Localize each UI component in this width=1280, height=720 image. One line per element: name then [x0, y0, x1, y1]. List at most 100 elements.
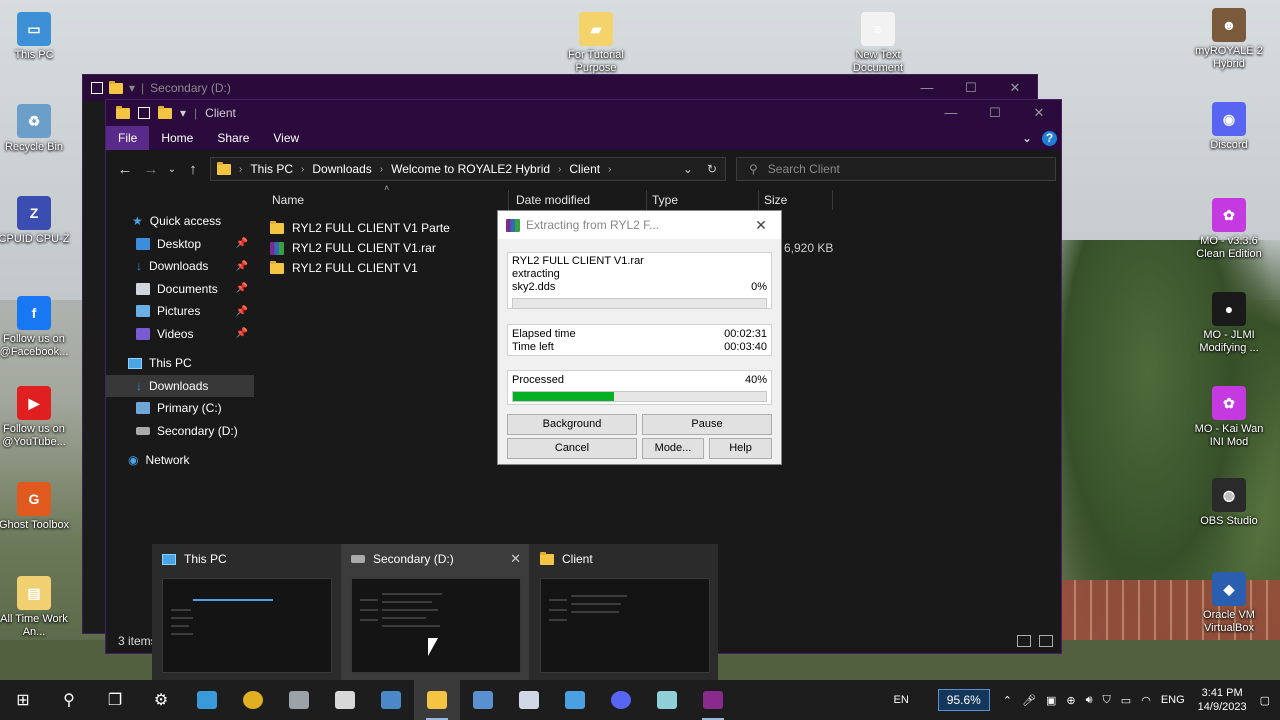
chevron-right-icon[interactable]: › [558, 164, 561, 175]
chevron-right-icon[interactable]: › [301, 164, 304, 175]
desktop-icon-mo-v3-3-6-clean-edition[interactable]: ✿ MO - v3.3.6 Clean Edition [1191, 198, 1267, 261]
desktop-icon-mo-jlmi-modifying[interactable]: ● MO - JLMI Modifying ... [1191, 292, 1267, 355]
taskbar-file-explorer-icon[interactable] [414, 680, 460, 720]
sidebar-item-videos[interactable]: Videos 📌 [106, 323, 254, 346]
taskbar-discord-app-icon[interactable] [598, 680, 644, 720]
breadcrumb-this-pc[interactable]: This PC [250, 162, 293, 176]
tab-view[interactable]: View [261, 126, 311, 150]
search-box[interactable]: ⚲ Search Client [736, 157, 1056, 181]
column-divider[interactable] [646, 190, 647, 210]
chevron-right-icon[interactable]: › [608, 164, 611, 175]
column-header-name[interactable]: Name [272, 188, 304, 212]
sidebar-item-quick-access[interactable]: ★ Quick access [106, 210, 254, 233]
shield-icon[interactable]: ⛉ [1098, 694, 1116, 707]
tab-file[interactable]: File [106, 126, 150, 150]
large-icons-view-icon[interactable] [1039, 635, 1053, 647]
pause-button[interactable]: Pause [642, 414, 772, 435]
sidebar-item-secondary-d[interactable]: Secondary (D:) [106, 420, 254, 443]
clock[interactable]: 3:41 PM 14/9/2023 [1190, 686, 1255, 714]
language-indicator[interactable]: ENG [1156, 694, 1190, 706]
winrar-extract-dialog[interactable]: Extracting from RYL2 F... ✕ RYL2 FULL CL… [497, 210, 782, 465]
taskbar-app-cube-icon[interactable] [552, 680, 598, 720]
desktop-icon-obs-studio[interactable]: ◍ OBS Studio [1191, 478, 1267, 528]
desktop-icon-cpuid-cpu-z[interactable]: Z CPUID CPU-Z [0, 196, 72, 246]
dropdown-icon[interactable]: ▾ [129, 81, 135, 95]
chevron-down-icon[interactable]: ⌄ [683, 162, 693, 176]
breadcrumb-downloads[interactable]: Downloads [312, 162, 371, 176]
column-header-type[interactable]: Type [652, 188, 678, 212]
maximize-button[interactable]: ☐ [949, 80, 993, 96]
close-button[interactable]: ✕ [993, 80, 1037, 96]
thumbnail-this-pc[interactable]: This PC [152, 544, 340, 680]
sidebar-item-network[interactable]: ◉ Network [106, 449, 254, 472]
maximize-button[interactable]: ☐ [973, 105, 1017, 121]
desktop-icon-ghost-toolbox[interactable]: G Ghost Toolbox [0, 482, 72, 532]
taskbar-monitor-app-icon[interactable] [368, 680, 414, 720]
thumbnail-preview[interactable] [540, 578, 710, 673]
address-bar[interactable]: › This PC › Downloads › Welcome to ROYAL… [210, 157, 726, 181]
help-icon[interactable]: ? [1042, 130, 1057, 146]
ime-indicator[interactable]: EN [889, 694, 914, 706]
taskbar-winrar-icon[interactable] [690, 680, 736, 720]
column-header-date[interactable]: Date modified [516, 188, 590, 212]
column-header-size[interactable]: Size [764, 188, 787, 212]
thumbnail-client[interactable]: Client [530, 544, 718, 680]
sidebar-item-primary-c[interactable]: Primary (C:) [106, 397, 254, 420]
taskbar-app-blue2-icon[interactable] [460, 680, 506, 720]
taskbar-calendar-app-icon[interactable] [322, 680, 368, 720]
close-button[interactable]: ✕ [1017, 105, 1061, 121]
column-divider[interactable] [832, 190, 833, 210]
desktop-icon-for-tutorial-purpose[interactable]: ▰ For Tutorial Purpose [558, 12, 634, 75]
breadcrumb-royale2[interactable]: Welcome to ROYALE2 Hybrid [391, 162, 550, 176]
sidebar-item-this-pc[interactable]: This PC [106, 352, 254, 375]
chevron-up-icon[interactable]: ⌃ [998, 694, 1017, 707]
desktop-icon-this-pc[interactable]: ▭ This PC [0, 12, 72, 62]
column-divider[interactable] [758, 190, 759, 210]
title-bar[interactable]: ▾ | Client — ☐ ✕ [106, 100, 1061, 126]
thumbnail-secondary-d[interactable]: Secondary (D:) ✕ [341, 544, 529, 680]
minimize-button[interactable]: — [905, 80, 949, 96]
refresh-icon[interactable]: ↻ [707, 162, 717, 176]
desktop-icon-myroyale-2-hybrid[interactable]: ☻ myROYALE 2 Hybrid [1191, 8, 1267, 71]
details-view-icon[interactable] [1017, 635, 1031, 647]
close-icon[interactable]: ✕ [510, 551, 529, 567]
up-button[interactable]: ↑ [180, 161, 206, 178]
desktop-icon-all-time-work-an[interactable]: ▤ All Time Work An... [0, 576, 72, 639]
thumbnail-preview[interactable] [351, 578, 521, 673]
chevron-right-icon[interactable]: › [239, 164, 242, 175]
taskbar-search-icon[interactable]: ⚲ [46, 680, 92, 720]
camera-icon[interactable]: ▣ [1041, 694, 1061, 707]
microphone-icon[interactable]: 🎤︎ [1017, 694, 1041, 707]
tab-home[interactable]: Home [149, 126, 205, 150]
properties-icon[interactable] [91, 82, 103, 94]
help-button[interactable]: Help [709, 438, 772, 459]
chevron-right-icon[interactable]: › [380, 164, 383, 175]
recent-locations-button[interactable]: ⌄ [164, 164, 180, 175]
globe-icon[interactable]: ⊕ [1061, 694, 1080, 707]
desktop-icon-oracle-vm-virtualbox[interactable]: ◆ Oracle VM VirtualBox [1191, 572, 1267, 635]
desktop-icon-recycle-bin[interactable]: ♻ Recycle Bin [0, 104, 72, 154]
zoom-level[interactable]: 95.6% [937, 689, 990, 711]
dialog-title-bar[interactable]: Extracting from RYL2 F... ✕ [498, 211, 781, 239]
table-row[interactable]: RYL2 FULL CLIENT V1 Parte [270, 218, 450, 238]
cancel-button[interactable]: Cancel [507, 438, 637, 459]
taskbar-settings-icon[interactable]: ⚙ [138, 680, 184, 720]
expand-ribbon-icon[interactable]: ⌄ [1022, 126, 1032, 150]
new-folder-icon[interactable] [158, 105, 172, 119]
tab-share[interactable]: Share [205, 126, 261, 150]
taskbar-notepad-app-icon[interactable] [644, 680, 690, 720]
taskbar-virtualbox-icon[interactable] [506, 680, 552, 720]
notifications-icon[interactable]: ▢ [1255, 694, 1280, 707]
properties-icon[interactable] [138, 107, 150, 119]
mode-button[interactable]: Mode... [642, 438, 704, 459]
wifi-icon[interactable]: ◠ [1136, 694, 1156, 707]
table-row[interactable]: RYL2 FULL CLIENT V1.rar [270, 238, 436, 258]
taskbar-task-view-icon[interactable]: ❐ [92, 680, 138, 720]
search-input[interactable]: Search Client [768, 162, 840, 176]
table-row[interactable]: RYL2 FULL CLIENT V1 [270, 258, 418, 278]
taskbar-app-blue-icon[interactable] [184, 680, 230, 720]
forward-button[interactable]: → [138, 161, 164, 178]
battery-icon[interactable]: ▭ [1116, 694, 1136, 707]
sidebar-item-desktop[interactable]: Desktop 📌 [106, 233, 254, 256]
sidebar-item-downloads[interactable]: ↓ Downloads 📌 [106, 255, 254, 278]
